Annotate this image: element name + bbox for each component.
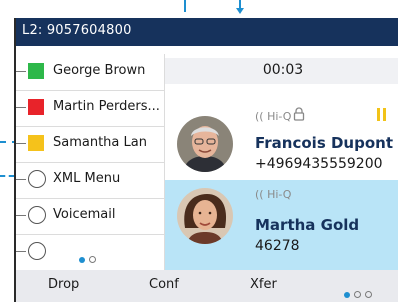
page-dot-active	[344, 292, 350, 298]
call-item-active[interactable]: (( Hi-Q Martha Gold 46278	[165, 180, 398, 276]
line-label: L2: 9057604800	[22, 23, 132, 38]
key-tick	[16, 143, 26, 144]
lock-icon	[293, 107, 305, 121]
presence-available-icon	[28, 63, 44, 79]
calls-panel: 00:03 (( Hi-Q Francois Dupont +496943555…	[164, 54, 398, 276]
page-dot	[89, 256, 96, 263]
xfer-softkey[interactable]: Xfer	[250, 277, 277, 292]
drop-softkey[interactable]: Drop	[48, 277, 79, 292]
line-key-label: Voicemail	[53, 207, 116, 222]
line-key-samantha-lan[interactable]: Samantha Lan	[16, 126, 164, 163]
key-tick	[16, 107, 26, 108]
line-key-label: XML Menu	[53, 171, 121, 186]
hold-icon	[377, 108, 387, 122]
line-key-pager[interactable]	[16, 234, 164, 270]
circle-icon	[28, 206, 46, 224]
presence-busy-icon	[28, 99, 44, 115]
line-key-george-brown[interactable]: George Brown	[16, 54, 164, 91]
wave-icon: ((	[255, 188, 264, 201]
key-tick	[16, 71, 26, 72]
page-dot	[365, 291, 372, 298]
caller-name: Francois Dupont	[255, 134, 393, 152]
key-tick	[16, 215, 26, 216]
line-key-voicemail[interactable]: Voicemail	[16, 198, 164, 235]
key-tick	[16, 251, 26, 252]
phone-screen: L2: 9057604800 George Brown Martin Perde…	[14, 18, 398, 302]
line-keys-panel: George Brown Martin Perders... Samantha …	[16, 54, 164, 270]
hiq-codec-label: (( Hi-Q	[255, 110, 292, 123]
callout-line	[0, 175, 14, 177]
call-timer: 00:03	[262, 62, 304, 78]
call-timer-bar: 00:03	[165, 58, 398, 84]
conf-softkey[interactable]: Conf	[149, 277, 179, 292]
line-key-label: Martin Perders...	[53, 99, 160, 114]
callout-arrow	[236, 0, 244, 14]
call-item-held[interactable]: (( Hi-Q Francois Dupont +4969435559200	[165, 94, 398, 184]
presence-away-icon	[28, 135, 44, 151]
caller-name: Martha Gold	[255, 216, 360, 234]
caller-number: +4969435559200	[255, 156, 383, 172]
callout-line	[184, 0, 186, 12]
hiq-codec-label: (( Hi-Q	[255, 188, 292, 201]
key-tick	[16, 179, 26, 180]
line-keys-page-indicator	[79, 248, 100, 267]
status-bar: L2: 9057604800	[16, 18, 398, 46]
line-key-xml-menu[interactable]: XML Menu	[16, 162, 164, 199]
avatar	[177, 116, 233, 172]
line-key-martin[interactable]: Martin Perders...	[16, 90, 164, 127]
wave-icon: ((	[255, 110, 264, 123]
page-dot	[354, 291, 361, 298]
circle-icon	[28, 242, 46, 260]
line-key-label: Samantha Lan	[53, 135, 147, 150]
avatar	[177, 188, 233, 244]
line-key-label: George Brown	[53, 63, 146, 78]
softkey-page-indicator[interactable]	[344, 283, 376, 302]
circle-icon	[28, 170, 46, 188]
softkey-bar: Drop Conf Xfer	[16, 270, 398, 302]
page-dot-active	[79, 257, 85, 263]
caller-number: 46278	[255, 238, 300, 254]
